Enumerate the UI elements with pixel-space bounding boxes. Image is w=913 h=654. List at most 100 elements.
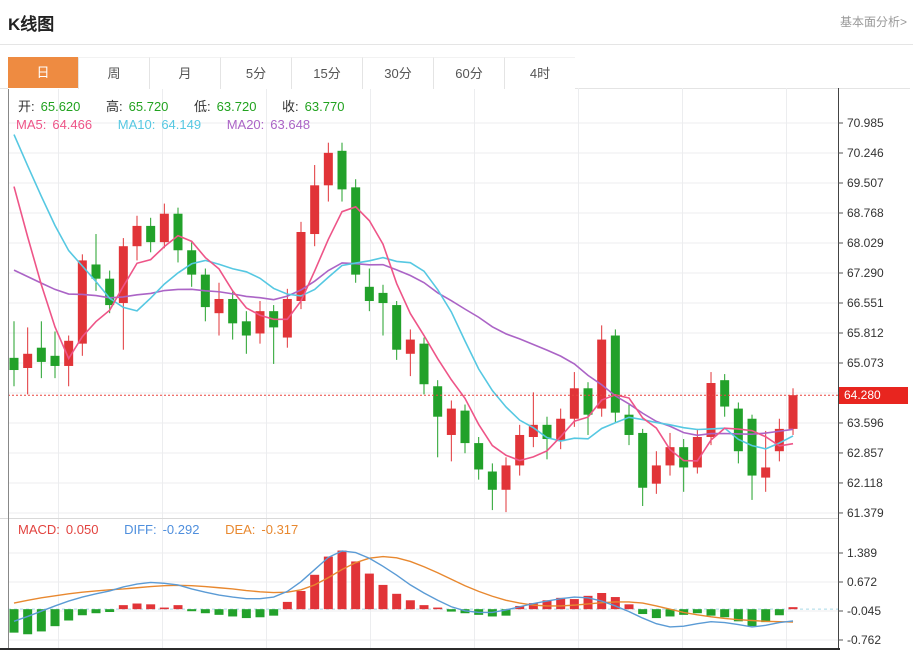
macd-tick-label: -0.762 xyxy=(847,633,881,647)
dea-value: -0.317 xyxy=(261,522,298,537)
candle-body xyxy=(789,395,798,429)
macd-bar xyxy=(146,604,155,609)
price-tick-label: 70.246 xyxy=(847,146,884,160)
ma-legend: MA5:64.466 MA10:64.149 MA20:63.648 xyxy=(16,117,316,132)
candle-body xyxy=(488,472,497,490)
candle-body xyxy=(638,433,647,488)
dea-label: DEA: xyxy=(225,522,255,537)
tab-5分[interactable]: 5分 xyxy=(220,57,291,89)
macd-bar xyxy=(242,609,251,618)
candle-body xyxy=(433,386,442,416)
macd-bar xyxy=(720,609,729,617)
price-tick-label: 69.507 xyxy=(847,176,884,190)
diff-value: -0.292 xyxy=(163,522,200,537)
ma20-value: 63.648 xyxy=(270,117,310,132)
candle-body xyxy=(23,354,32,368)
candle-body xyxy=(146,226,155,242)
tab-日[interactable]: 日 xyxy=(8,57,78,88)
macd-tick-label: -0.045 xyxy=(847,604,881,618)
ma10-value: 64.149 xyxy=(161,117,201,132)
macd-bar xyxy=(256,609,265,617)
tab-周[interactable]: 周 xyxy=(78,57,149,89)
macd-bar xyxy=(625,604,634,609)
candle-body xyxy=(420,344,429,385)
ma10-line xyxy=(14,135,793,449)
macd-bar xyxy=(324,557,333,610)
price-tick-label: 62.857 xyxy=(847,446,884,460)
macd-bar xyxy=(748,609,757,626)
candle-body xyxy=(37,348,46,362)
macd-tick-label: 0.672 xyxy=(847,575,877,589)
tab-15分[interactable]: 15分 xyxy=(291,57,362,89)
macd-bar xyxy=(119,605,128,609)
macd-bar xyxy=(775,609,784,615)
macd-bar xyxy=(64,609,73,620)
macd-bar xyxy=(297,591,306,609)
macd-bar xyxy=(78,609,87,615)
macd-bar xyxy=(365,574,374,610)
price-tick-label: 63.596 xyxy=(847,416,884,430)
candle-body xyxy=(10,358,19,370)
macd-legend: MACD:0.050 DIFF:-0.292 DEA:-0.317 xyxy=(18,522,304,537)
page-title: K线图 xyxy=(8,10,54,35)
macd-bar xyxy=(707,609,716,615)
price-tick-label: 70.985 xyxy=(847,116,884,130)
ma5-label: MA5: xyxy=(16,117,46,132)
macd-bar xyxy=(51,609,60,626)
candle-body xyxy=(461,411,470,443)
macd-bar xyxy=(392,594,401,609)
candle-body xyxy=(310,185,319,234)
low-label: 低: xyxy=(194,99,211,114)
macd-bar xyxy=(201,609,210,613)
price-tick-label: 62.118 xyxy=(847,476,883,490)
macd-bar xyxy=(174,605,183,609)
high-label: 高: xyxy=(106,99,123,114)
macd-bar xyxy=(283,602,292,609)
macd-bar xyxy=(406,600,415,609)
ma5-line xyxy=(14,187,793,461)
candle-body xyxy=(611,336,620,413)
macd-bar xyxy=(652,609,661,618)
macd-bar xyxy=(789,607,798,609)
timeframe-tabbar: 日周月5分15分30分60分4时 xyxy=(8,57,575,89)
macd-bar xyxy=(447,609,456,611)
macd-bar xyxy=(310,575,319,609)
tab-30分[interactable]: 30分 xyxy=(362,57,433,89)
tab-月[interactable]: 月 xyxy=(149,57,220,89)
price-tick-label: 65.812 xyxy=(847,326,884,340)
candle-body xyxy=(338,151,347,190)
candle-body xyxy=(324,153,333,185)
low-value: 63.720 xyxy=(217,99,257,114)
macd-bar xyxy=(420,605,429,609)
tab-60分[interactable]: 60分 xyxy=(433,57,504,89)
macd-bar xyxy=(228,609,237,616)
high-value: 65.720 xyxy=(129,99,169,114)
price-tick-label: 65.073 xyxy=(847,356,884,370)
macd-label: MACD: xyxy=(18,522,60,537)
macd-bar xyxy=(105,609,114,612)
macd-bar xyxy=(269,609,278,615)
ma5-value: 64.466 xyxy=(52,117,92,132)
ohlc-legend: 开:65.620 高:65.720 低:63.720 收:63.770 xyxy=(18,96,350,115)
candle-body xyxy=(447,409,456,435)
current-price-badge: 64.280 xyxy=(839,387,908,404)
fundamental-analysis-link[interactable]: 基本面分析> xyxy=(840,13,907,30)
ma20-line xyxy=(14,263,793,435)
candle-body xyxy=(242,321,251,335)
candle-body xyxy=(92,264,101,278)
macd-bar xyxy=(92,609,101,613)
candle-body xyxy=(570,388,579,418)
candle-body xyxy=(51,356,60,366)
candle-body xyxy=(78,260,87,343)
tab-4时[interactable]: 4时 xyxy=(504,57,575,89)
candle-body xyxy=(406,340,415,354)
candle-body xyxy=(392,305,401,350)
candle-body xyxy=(351,187,360,274)
candle-body xyxy=(174,214,183,251)
macd-bar xyxy=(570,599,579,609)
candle-body xyxy=(365,287,374,301)
price-tick-label: 61.379 xyxy=(847,506,884,520)
macd-bar xyxy=(187,609,196,611)
candle-body xyxy=(133,226,142,246)
macd-bar xyxy=(23,609,32,634)
